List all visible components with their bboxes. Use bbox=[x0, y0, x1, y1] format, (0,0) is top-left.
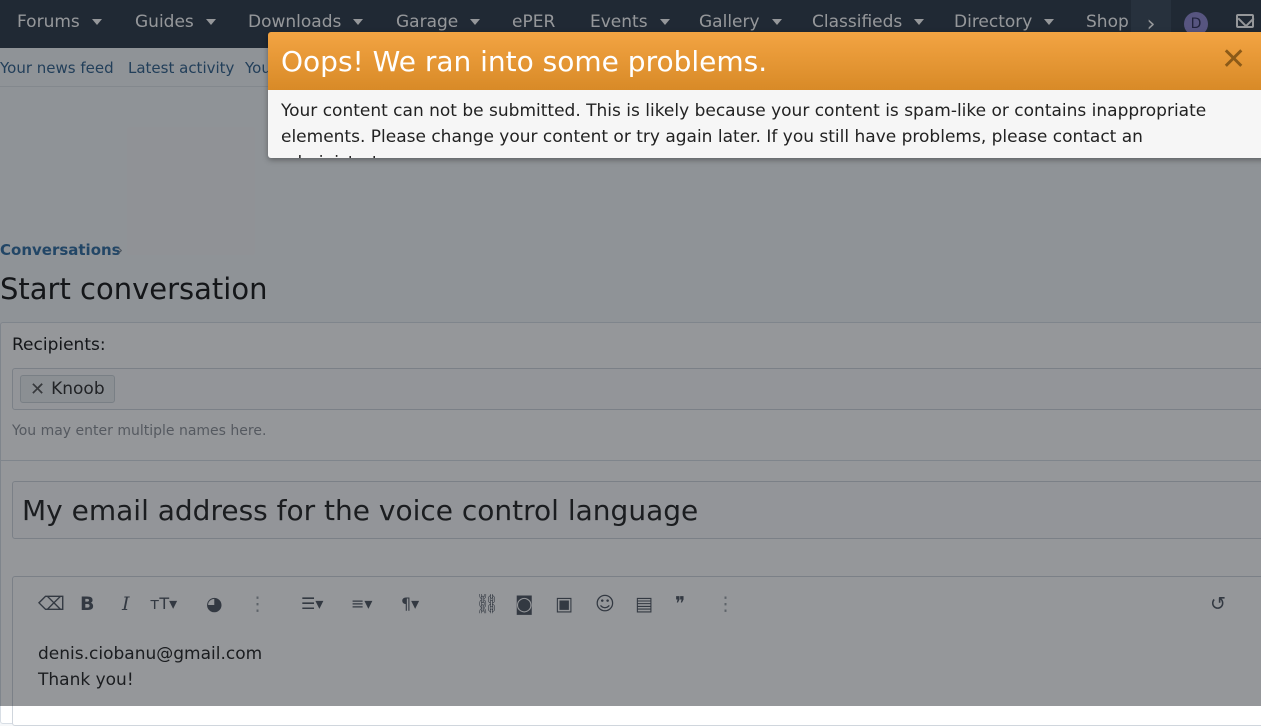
error-dialog-title: Oops! We ran into some problems. bbox=[281, 45, 768, 78]
error-dialog-body: Your content can not be submitted. This … bbox=[268, 90, 1261, 158]
error-message: Your content can not be submitted. This … bbox=[281, 101, 1207, 158]
close-icon[interactable]: ✕ bbox=[1221, 42, 1246, 77]
error-dialog-header: Oops! We ran into some problems. ✕ bbox=[268, 32, 1261, 90]
error-dialog: Oops! We ran into some problems. ✕ Your … bbox=[268, 32, 1261, 158]
